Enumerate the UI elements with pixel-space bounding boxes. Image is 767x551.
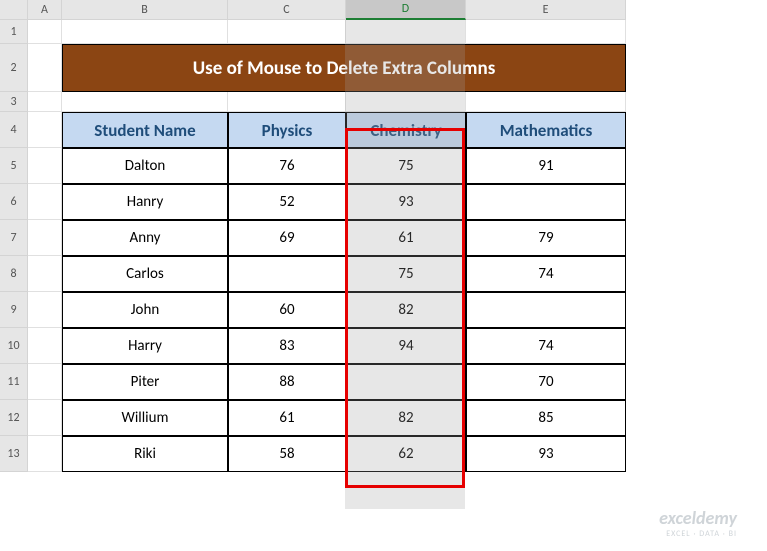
- table-cell-chemistry[interactable]: 75: [346, 256, 466, 292]
- col-header-e[interactable]: E: [466, 0, 626, 20]
- table-cell-physics[interactable]: 69: [228, 220, 346, 256]
- table-cell-name[interactable]: John: [62, 292, 228, 328]
- cell-a11[interactable]: [28, 364, 62, 400]
- table-cell-name[interactable]: Dalton: [62, 148, 228, 184]
- table-cell-name[interactable]: Hanry: [62, 184, 228, 220]
- cell-b1[interactable]: [62, 20, 228, 44]
- table-cell-physics[interactable]: 83: [228, 328, 346, 364]
- row-header-9[interactable]: 9: [0, 292, 28, 328]
- table-cell-name[interactable]: Carlos: [62, 256, 228, 292]
- cell-a8[interactable]: [28, 256, 62, 292]
- watermark-brand: exceldemy: [659, 507, 737, 529]
- col-header-c[interactable]: C: [228, 0, 346, 20]
- row-header-2[interactable]: 2: [0, 44, 28, 92]
- table-cell-physics[interactable]: 58: [228, 436, 346, 472]
- row-header-13[interactable]: 13: [0, 436, 28, 472]
- table-cell-physics[interactable]: 76: [228, 148, 346, 184]
- cell-a13[interactable]: [28, 436, 62, 472]
- row-header-5[interactable]: 5: [0, 148, 28, 184]
- cell-a5[interactable]: [28, 148, 62, 184]
- table-cell-math[interactable]: 70: [466, 364, 626, 400]
- cell-a4[interactable]: [28, 112, 62, 148]
- row-header-3[interactable]: 3: [0, 92, 28, 112]
- cell-d1[interactable]: [346, 20, 466, 44]
- table-cell-math[interactable]: 91: [466, 148, 626, 184]
- table-cell-physics[interactable]: 60: [228, 292, 346, 328]
- table-cell-physics[interactable]: 88: [228, 364, 346, 400]
- row-header-8[interactable]: 8: [0, 256, 28, 292]
- table-cell-name[interactable]: Riki: [62, 436, 228, 472]
- table-cell-chemistry[interactable]: 94: [346, 328, 466, 364]
- table-cell-chemistry[interactable]: 75: [346, 148, 466, 184]
- header-name[interactable]: Student Name: [62, 112, 228, 148]
- table-cell-name[interactable]: Anny: [62, 220, 228, 256]
- cell-a6[interactable]: [28, 184, 62, 220]
- header-physics[interactable]: Physics: [228, 112, 346, 148]
- col-header-a[interactable]: A: [28, 0, 62, 20]
- col-header-d[interactable]: D: [346, 0, 466, 20]
- table-cell-chemistry[interactable]: 82: [346, 400, 466, 436]
- table-cell-math[interactable]: [466, 292, 626, 328]
- cell-a2[interactable]: [28, 44, 62, 92]
- table-cell-physics[interactable]: [228, 256, 346, 292]
- cell-a1[interactable]: [28, 20, 62, 44]
- table-cell-math[interactable]: 93: [466, 436, 626, 472]
- table-cell-math[interactable]: 74: [466, 256, 626, 292]
- cell-a3[interactable]: [28, 92, 62, 112]
- row-header-7[interactable]: 7: [0, 220, 28, 256]
- row-header-10[interactable]: 10: [0, 328, 28, 364]
- row-header-4[interactable]: 4: [0, 112, 28, 148]
- row-header-11[interactable]: 11: [0, 364, 28, 400]
- table-cell-chemistry[interactable]: 61: [346, 220, 466, 256]
- row-header-12[interactable]: 12: [0, 400, 28, 436]
- col-header-b[interactable]: B: [62, 0, 228, 20]
- cell-d3[interactable]: [346, 92, 466, 112]
- table-cell-math[interactable]: [466, 184, 626, 220]
- cell-c3[interactable]: [228, 92, 346, 112]
- header-chemistry[interactable]: Chemistry: [346, 112, 466, 148]
- cell-a9[interactable]: [28, 292, 62, 328]
- table-cell-name[interactable]: Piter: [62, 364, 228, 400]
- table-cell-physics[interactable]: 61: [228, 400, 346, 436]
- cell-a12[interactable]: [28, 400, 62, 436]
- cell-a7[interactable]: [28, 220, 62, 256]
- header-math[interactable]: Mathematics: [466, 112, 626, 148]
- cell-e1[interactable]: [466, 20, 626, 44]
- cell-c1[interactable]: [228, 20, 346, 44]
- cell-e3[interactable]: [466, 92, 626, 112]
- title-bar: Use of Mouse to Delete Extra Columns: [62, 44, 626, 92]
- table-cell-chemistry[interactable]: [346, 364, 466, 400]
- table-cell-chemistry[interactable]: 82: [346, 292, 466, 328]
- table-cell-name[interactable]: Harry: [62, 328, 228, 364]
- table-cell-math[interactable]: 85: [466, 400, 626, 436]
- table-cell-physics[interactable]: 52: [228, 184, 346, 220]
- watermark: exceldemy EXCEL · DATA · BI: [659, 507, 737, 539]
- table-cell-chemistry[interactable]: 62: [346, 436, 466, 472]
- table-cell-name[interactable]: Willium: [62, 400, 228, 436]
- cell-b3[interactable]: [62, 92, 228, 112]
- spreadsheet-grid: A B C D E 1 2 Use of Mouse to Delete Ext…: [0, 0, 767, 472]
- select-all-corner[interactable]: [0, 0, 28, 20]
- cell-a10[interactable]: [28, 328, 62, 364]
- table-cell-chemistry[interactable]: 93: [346, 184, 466, 220]
- table-cell-math[interactable]: 79: [466, 220, 626, 256]
- watermark-tag: EXCEL · DATA · BI: [659, 529, 737, 539]
- table-cell-math[interactable]: 74: [466, 328, 626, 364]
- row-header-6[interactable]: 6: [0, 184, 28, 220]
- row-header-1[interactable]: 1: [0, 20, 28, 44]
